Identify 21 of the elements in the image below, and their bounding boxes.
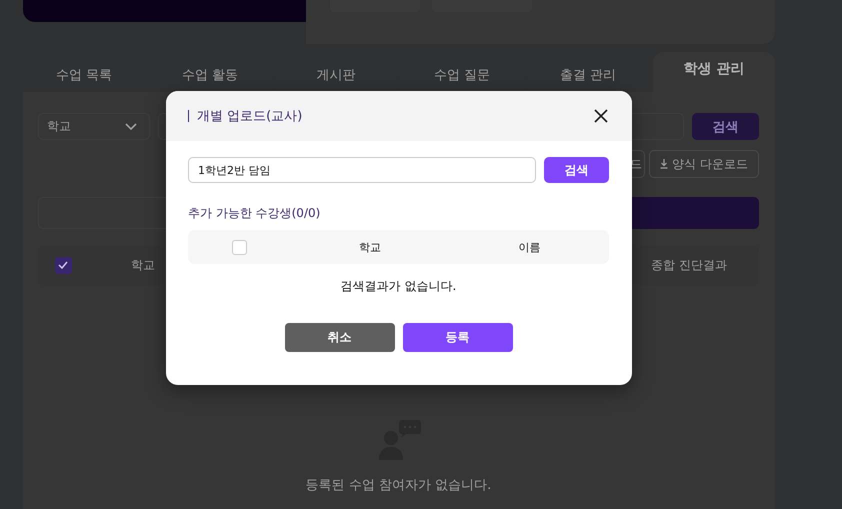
download-button[interactable]: 양식 다운로드 [649,150,759,178]
search-button[interactable]: 검색 [544,157,609,183]
search-button[interactable]: 검색 [692,113,759,140]
empty-message: 등록된 수업 참여자가 없습니다. [306,477,492,494]
check-icon [58,261,68,269]
chevron-down-icon [125,122,137,130]
tab[interactable]: 학생 관리 [653,52,775,92]
dialog-title: 개별 업로드(교사) [197,108,302,125]
cancel-button[interactable]: 취소 [284,323,394,352]
download-icon [660,159,668,169]
list-label: 추가 가능한 수강생(0/0) [188,205,322,222]
empty-message: 검색결과가 없습니다. [340,278,456,295]
column-header: 학교 [131,258,155,272]
column-header: 학교 [358,240,381,254]
close-icon[interactable] [594,109,608,123]
column-header: 종합 진단결과 [651,258,727,272]
search-field[interactable]: 1학년2반 담임 [188,157,536,183]
register-button[interactable]: 등록 [402,323,512,352]
select-all-checkbox[interactable] [54,256,72,274]
school-select[interactable]: 학교 [38,113,150,140]
column-header: 이름 [518,240,540,254]
